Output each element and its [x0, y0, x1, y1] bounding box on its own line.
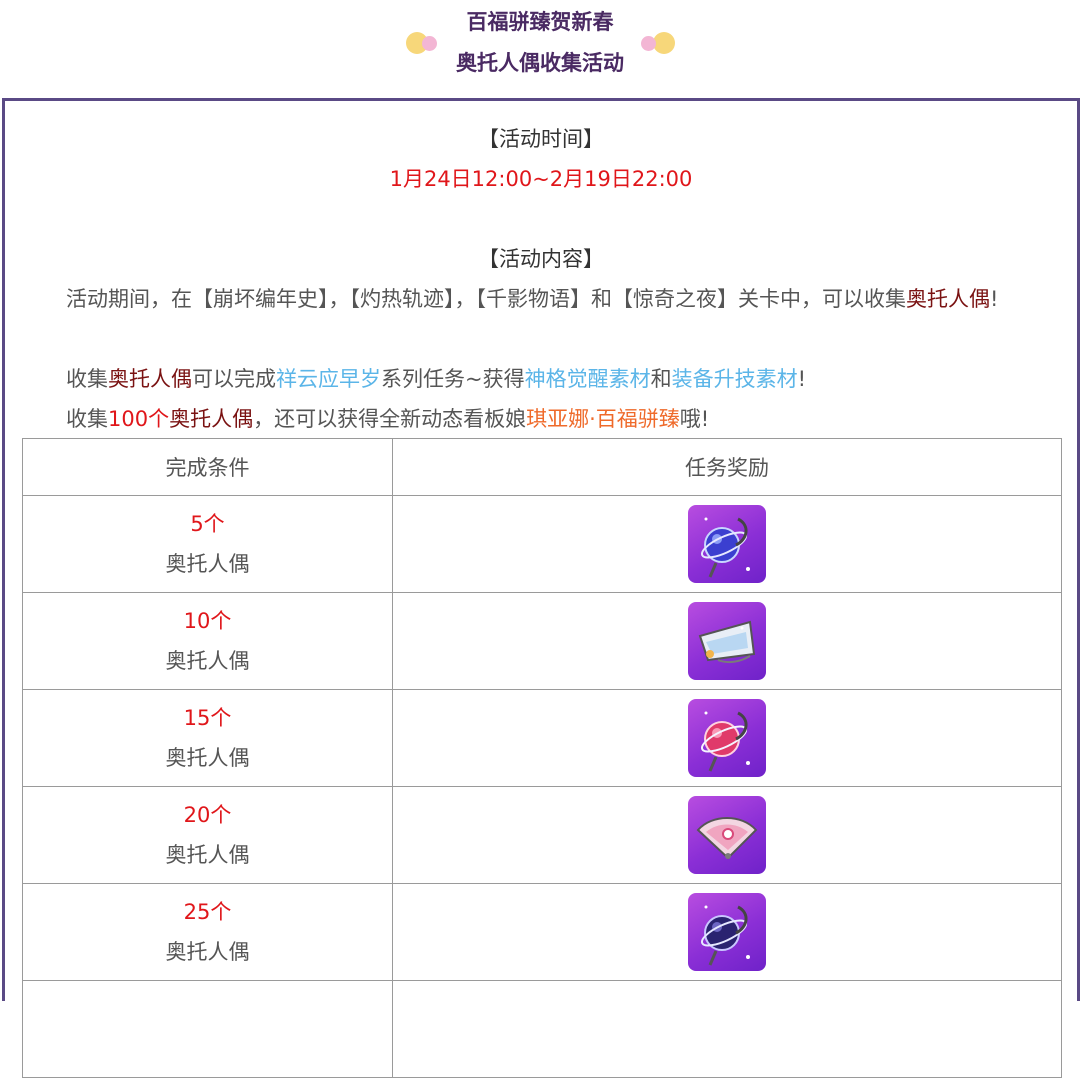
blue-orb-staff-icon[interactable]	[688, 505, 766, 583]
p2-b: 奥托人偶	[108, 367, 192, 391]
condition-cell: 25个 奥托人偶	[22, 883, 393, 981]
reward-cell	[392, 495, 1062, 593]
activity-time-heading: 【活动时间】	[478, 127, 604, 151]
condition-cell	[22, 980, 393, 1078]
condition-cell: 15个 奥托人偶	[22, 689, 393, 787]
p3-e: 琪亚娜·百福骈臻	[526, 407, 680, 431]
condition-unit: 奥托人偶	[165, 746, 250, 770]
reward-cell	[392, 980, 1062, 1078]
table-row-partial	[22, 980, 1062, 1078]
header-condition: 完成条件	[22, 438, 393, 496]
page-header: 百福骈臻贺新春 奥托人偶收集活动	[0, 0, 1080, 95]
p2-e: 系列任务~获得	[381, 367, 525, 391]
condition-count: 15个	[183, 706, 232, 730]
p3-c: 奥托人偶	[169, 407, 254, 431]
p3-f: 哦!	[679, 407, 710, 431]
dark-orb-staff-icon[interactable]	[688, 893, 766, 971]
p2-h: 装备升技素材	[671, 367, 798, 391]
table-row: 20个 奥托人偶	[22, 786, 1062, 884]
activity-content-heading: 【活动内容】	[478, 247, 604, 271]
condition-cell: 5个 奥托人偶	[22, 495, 393, 593]
p3-d: ，还可以获得全新动态看板娘	[253, 407, 527, 431]
table-row: 25个 奥托人偶	[22, 883, 1062, 981]
silver-fan-icon[interactable]	[688, 602, 766, 680]
p2-g: 和	[650, 367, 672, 391]
table-row: 10个 奥托人偶	[22, 592, 1062, 690]
content-paragraph-1: 活动期间，在【崩坏编年史】，【灼热轨迹】，【千影物语】和【惊奇之夜】关卡中，可以…	[23, 279, 1061, 319]
p2-a: 收集	[66, 367, 108, 391]
condition-count: 10个	[183, 609, 232, 633]
reward-cell	[392, 786, 1062, 884]
p1-highlight: 奥托人偶	[906, 287, 990, 311]
content-frame: 【活动时间】 1月24日12:00~2月19日22:00 【活动内容】 活动期间…	[2, 98, 1080, 1078]
p3-b: 100个	[108, 407, 170, 431]
pink-orb-staff-icon[interactable]	[688, 699, 766, 777]
condition-cell: 10个 奥托人偶	[22, 592, 393, 690]
content-paragraph-3: 收集100个奥托人偶，还可以获得全新动态看板娘琪亚娜·百福骈臻哦!	[23, 399, 1061, 439]
reward-cell	[392, 592, 1062, 690]
pink-gem-fan-icon[interactable]	[688, 796, 766, 874]
condition-unit: 奥托人偶	[165, 843, 250, 867]
reward-cell	[392, 689, 1062, 787]
event-title-line2: 奥托人偶收集活动	[456, 51, 624, 75]
table-row: 15个 奥托人偶	[22, 689, 1062, 787]
content-paragraph-2: 收集奥托人偶可以完成祥云应早岁系列任务~获得神格觉醒素材和装备升技素材!	[23, 359, 1061, 399]
activity-time-value: 1月24日12:00~2月19日22:00	[389, 167, 693, 191]
p1-suffix: !	[990, 287, 999, 311]
p2-d: 祥云应早岁	[276, 367, 381, 391]
p2-f: 神格觉醒素材	[524, 367, 651, 391]
condition-unit: 奥托人偶	[165, 940, 250, 964]
table-row: 5个 奥托人偶	[22, 495, 1062, 593]
table-header-row: 完成条件 任务奖励	[22, 438, 1062, 496]
p3-a: 收集	[66, 407, 108, 431]
condition-unit: 奥托人偶	[165, 649, 250, 673]
event-title-line1: 百福骈臻贺新春	[466, 10, 614, 34]
p2-c: 可以完成	[192, 367, 276, 391]
p1-prefix: 活动期间，在【崩坏编年史】，【灼热轨迹】，【千影物语】和【惊奇之夜】关卡中，可以…	[66, 287, 906, 311]
p2-i: !	[797, 367, 807, 391]
reward-cell	[392, 883, 1062, 981]
condition-count: 25个	[183, 900, 232, 924]
condition-count: 5个	[190, 512, 225, 536]
header-reward: 任务奖励	[392, 438, 1062, 496]
condition-count: 20个	[183, 803, 232, 827]
condition-unit: 奥托人偶	[165, 552, 250, 576]
reward-table: 完成条件 任务奖励 5个 奥托人偶 10个 奥托人偶 15个 奥托人偶 20个 …	[22, 438, 1062, 1078]
condition-cell: 20个 奥托人偶	[22, 786, 393, 884]
